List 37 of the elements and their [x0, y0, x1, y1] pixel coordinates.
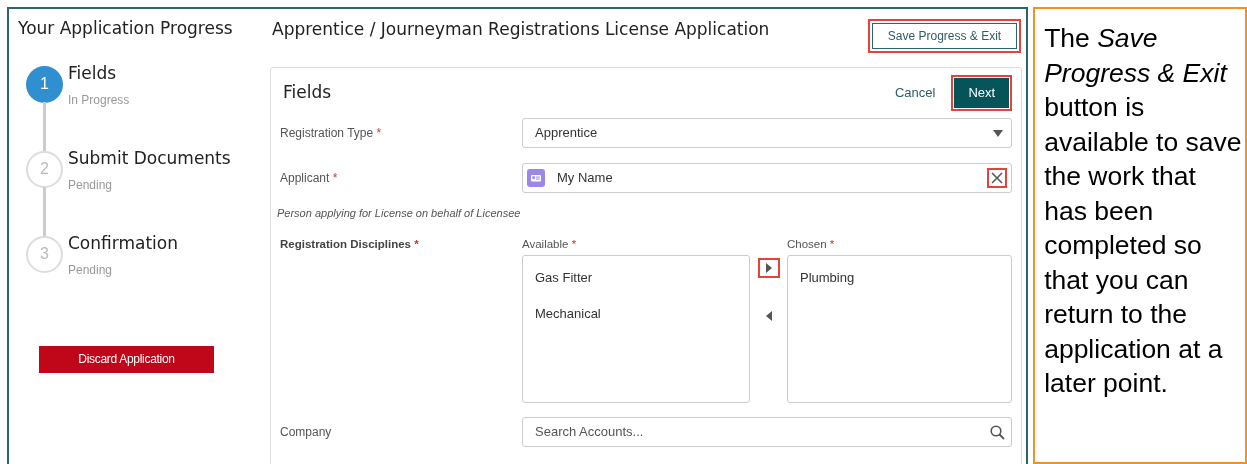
company-search-field[interactable]: Search Accounts... [522, 416, 1013, 447]
discard-button[interactable]: Discard Application [39, 345, 214, 373]
step-status: In Progress [68, 92, 130, 109]
chosen-listbox[interactable]: Plumbing [787, 254, 1013, 403]
callout-text: The Save Progress & Exit button is available to save the work that has been completed so that you can return to the application at a later point. [1044, 22, 1243, 400]
list-label: Available * [522, 236, 578, 252]
step-label: Submit Documents [68, 146, 231, 170]
help-text: Person applying for License on behalf of Licensee [277, 206, 522, 221]
move-right-button[interactable] [757, 257, 780, 278]
applicant-value: My Name [557, 169, 613, 188]
list-option[interactable]: Mechanical [535, 304, 601, 324]
sidebar-title: Your Application Progress [18, 17, 234, 40]
list-option[interactable]: Plumbing [800, 267, 855, 288]
page-title: Apprentice / Journeyman Registrations License Application [272, 18, 770, 41]
form-title: Fields [283, 81, 332, 105]
available-listbox[interactable]: Gas Fitter Mechanical [522, 254, 750, 403]
contact-card-icon [527, 169, 545, 187]
field-label: Registration Disciplines * [280, 236, 420, 252]
search-icon [990, 424, 1006, 440]
list-label: Chosen * [787, 236, 836, 252]
caret-right-icon [765, 262, 772, 273]
field-label: Registration Type * [280, 125, 383, 142]
next-button[interactable]: Next [951, 75, 1013, 111]
caret-left-icon [765, 310, 772, 321]
step-label: Fields [68, 61, 118, 85]
field-label: Company [280, 423, 333, 441]
clear-button[interactable] [987, 168, 1008, 188]
applicant-field[interactable]: My Name [522, 163, 1013, 193]
list-option[interactable]: Gas Fitter [535, 267, 593, 288]
field-label: Applicant * [280, 170, 339, 187]
registration-type-dropdown[interactable]: Apprentice [522, 118, 1013, 148]
dropdown-caret-icon [993, 129, 1004, 137]
close-icon [991, 172, 1004, 184]
step-status: Pending [68, 177, 114, 194]
save-progress-button[interactable]: Save Progress & Exit [867, 19, 1022, 53]
step-status: Pending [68, 262, 114, 279]
step-label: Confirmation [68, 231, 178, 255]
